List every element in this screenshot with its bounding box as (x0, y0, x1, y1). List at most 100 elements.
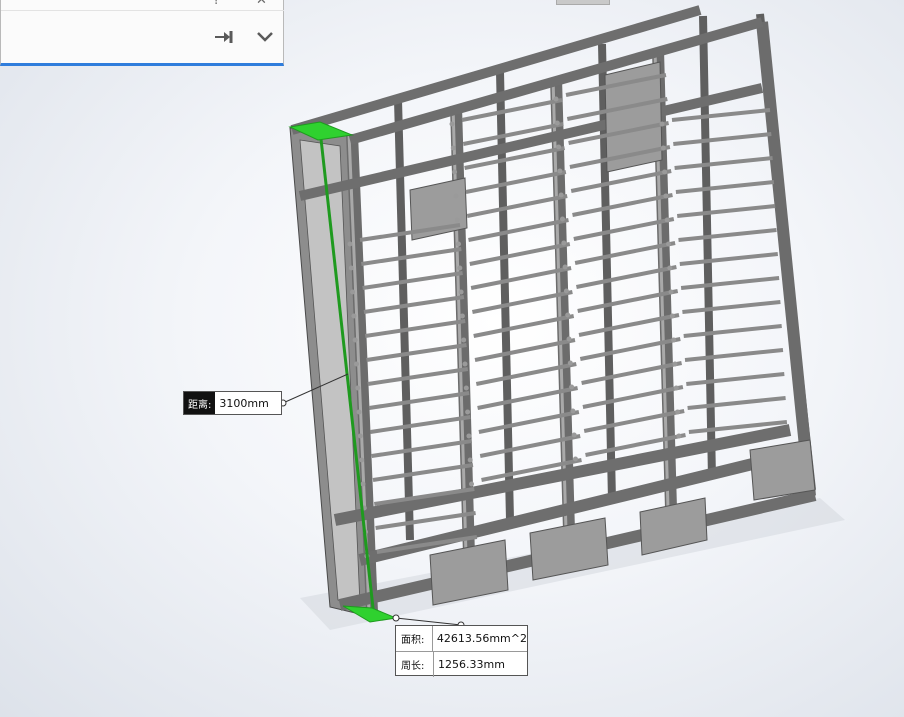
shelf-hook (566, 336, 572, 342)
shelf-hook (466, 433, 472, 439)
shelf-rung (673, 132, 772, 146)
shelf-hook (571, 432, 577, 438)
close-icon[interactable]: ✕ (256, 0, 267, 8)
shelf-hook (454, 217, 460, 223)
shelf-rung (361, 247, 462, 266)
perimeter-row: 周长: 1256.33mm (396, 651, 527, 677)
shelf-rung (465, 170, 567, 194)
shelf-hook (671, 337, 677, 343)
shelf-hook (462, 361, 468, 367)
shelf-rung (469, 242, 571, 266)
area-row: 面积: 42613.56mm^2 (396, 626, 527, 651)
area-perimeter-callout[interactable]: 面积: 42613.56mm^2 周长: 1256.33mm (395, 625, 528, 677)
shelf-hook (667, 265, 673, 271)
shelf-hook (561, 240, 567, 246)
question-icon[interactable]: ? (213, 0, 220, 8)
shelf-hook (355, 385, 361, 391)
shelf-hook (557, 168, 563, 174)
shelf-hook (457, 265, 463, 271)
pushpin-icon[interactable] (214, 29, 238, 45)
panel-divider (1, 10, 284, 11)
shelf-hook (662, 169, 668, 175)
shelf-hook (461, 337, 467, 343)
shelf-rung (679, 252, 779, 266)
shelf-hook (347, 241, 353, 247)
shelf-hook (569, 384, 575, 390)
shelf-rung (680, 276, 780, 290)
shelf-hook (359, 457, 365, 463)
shelf-rung (375, 511, 476, 530)
shelf-hook (562, 264, 568, 270)
shelf-rung (367, 367, 469, 386)
shelf-hook (666, 241, 671, 247)
heads-up-toolbar-stub[interactable] (556, 0, 610, 5)
shelf-hook (573, 456, 578, 462)
shelf-rung (686, 372, 785, 386)
shelf-hook (452, 169, 458, 175)
shelf-hook (659, 121, 665, 127)
shelf-rung (468, 218, 569, 242)
shelf-hook (554, 120, 560, 126)
shelf-hook (567, 360, 573, 366)
shelf-hook (463, 385, 469, 391)
shelf-rung (684, 348, 784, 362)
model-viewport[interactable] (0, 0, 904, 717)
shelf-rung (671, 108, 771, 122)
shelf-hook (668, 289, 674, 295)
shelf-rung (687, 396, 786, 410)
shelf-hook (672, 361, 678, 367)
distance-value: 3100mm (219, 396, 269, 410)
shelf-rung (366, 343, 467, 362)
shelf-hook (469, 481, 474, 487)
shelf-hook (360, 481, 366, 487)
shelf-hook (558, 192, 564, 198)
shelf-rung (372, 463, 474, 482)
shelf-hook (565, 312, 571, 318)
shelf-rung (675, 180, 775, 194)
shelf-hook (560, 216, 565, 222)
shelf-hook (553, 96, 559, 102)
perimeter-value: 1256.33mm (438, 658, 505, 671)
shelf-hook (456, 241, 461, 247)
shelf-hook (352, 337, 358, 343)
shelf-hook (449, 121, 455, 127)
shelf-rung (683, 324, 782, 338)
distance-callout[interactable]: 距离: 3100mm (183, 391, 282, 415)
shelf-hook (465, 409, 471, 415)
shelf-hook (351, 313, 357, 319)
shelf-rung (678, 228, 777, 242)
shelf-hook (556, 144, 562, 150)
shelf-hook (450, 145, 456, 151)
area-label: 面积: (396, 626, 433, 651)
shelf-rung (674, 156, 773, 170)
shelf-rung (364, 319, 466, 338)
shelf-hook (357, 433, 363, 439)
shelf-rung (682, 300, 781, 314)
shelf-hook (348, 265, 354, 271)
shelf-hook (676, 433, 682, 439)
shelf-hook (453, 193, 459, 199)
shelf-hook (673, 385, 679, 391)
property-manager-panel: ? ✕ (0, 0, 284, 66)
shelf-hook (459, 313, 465, 319)
shelf-rung (370, 415, 471, 434)
distance-label: 距离: (184, 392, 216, 414)
shelf-rung (676, 204, 776, 218)
shelf-rung (362, 271, 463, 290)
area-value: 42613.56mm^2 (436, 632, 527, 645)
shelf-rung (371, 439, 472, 458)
shelf-hook (660, 145, 666, 151)
shelf-rung (368, 391, 470, 410)
shelf-hook (675, 409, 681, 415)
shelf-hook (458, 289, 464, 295)
shelf-hook (356, 409, 362, 415)
chevron-down-icon[interactable] (256, 30, 274, 44)
shelf-hook (354, 361, 359, 367)
perimeter-label: 周长: (396, 652, 434, 677)
shelf-hook (467, 457, 473, 463)
shelf-hook (664, 217, 670, 223)
shelf-hook (563, 288, 569, 294)
shelf-rung (363, 295, 465, 314)
shelf-hook (669, 313, 675, 319)
shelf-hook (663, 193, 669, 199)
